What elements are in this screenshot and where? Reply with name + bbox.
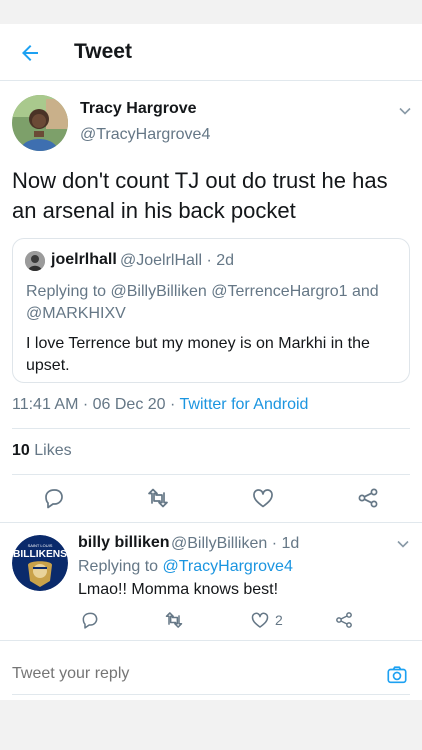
quoted-text: I love Terrence but my money is on Markh…: [26, 335, 370, 374]
navigation-bar-area: [0, 700, 422, 750]
like-icon[interactable]: [250, 610, 270, 630]
divider: [0, 640, 422, 641]
back-arrow-icon[interactable]: [18, 41, 42, 65]
divider: [12, 428, 410, 429]
author-avatar[interactable]: [12, 95, 68, 151]
replying-prefix: Replying to: [78, 558, 163, 575]
reply-icon[interactable]: [42, 486, 66, 510]
share-icon[interactable]: [334, 610, 354, 630]
camera-icon[interactable]: [386, 664, 408, 686]
reply-input[interactable]: [12, 665, 312, 683]
like-icon[interactable]: [251, 486, 275, 510]
reply-author-name[interactable]: billy billiken: [78, 534, 170, 552]
quoted-author-meta: @JoelrlHall · 2d: [120, 252, 235, 269]
reply-text: Lmao!! Momma knows best!: [78, 581, 279, 598]
likes-label: Likes: [29, 442, 72, 459]
reply-author-meta: @BillyBilliken · 1d: [171, 535, 300, 552]
tweet-source[interactable]: Twitter for Android: [180, 396, 309, 413]
reply-replying-to: Replying to @TracyHargrove4: [78, 558, 293, 576]
reply-input-underline: [12, 694, 410, 695]
avatar-text: BILLIKENS: [13, 549, 67, 560]
likes-count: 10: [12, 442, 30, 459]
divider: [12, 474, 410, 475]
avatar-small-text: SAINT LOUIS: [28, 543, 53, 548]
share-icon[interactable]: [356, 486, 380, 510]
divider: [0, 522, 422, 523]
reply-author-avatar[interactable]: SAINT LOUIS BILLIKENS: [12, 535, 68, 591]
author-handle[interactable]: @TracyHargrove4: [80, 126, 210, 144]
replying-handle[interactable]: @TracyHargrove4: [163, 558, 293, 575]
chevron-down-icon[interactable]: [398, 104, 412, 118]
retweet-icon[interactable]: [146, 486, 170, 510]
tweet-timestamp: 11:41 AM · 06 Dec 20 · Twitter for Andro…: [12, 396, 308, 414]
app-header: Tweet: [0, 24, 422, 81]
tweet-time: 11:41 AM · 06 Dec 20 ·: [12, 396, 180, 413]
reply-compose-bar: [0, 656, 422, 696]
page-title: Tweet: [74, 40, 132, 63]
tweet-text: Now don't count TJ out do trust he has a…: [12, 168, 388, 223]
likes-summary[interactable]: 10 Likes: [12, 442, 72, 460]
status-bar-area: [0, 0, 422, 24]
quoted-author-name: joelrlhall: [51, 251, 117, 268]
quoted-avatar: [25, 251, 45, 271]
reply-like-count: 2: [275, 612, 283, 628]
chevron-down-icon[interactable]: [396, 537, 410, 551]
quoted-replying-to: Replying to @BillyBilliken @TerrenceHarg…: [26, 283, 379, 322]
quoted-tweet[interactable]: joelrlhall @JoelrlHall · 2d Replying to …: [12, 238, 410, 383]
retweet-icon[interactable]: [164, 610, 184, 630]
author-name[interactable]: Tracy Hargrove: [80, 100, 197, 118]
tweet-detail-screen: Tweet Tracy Hargrove @TracyHargrove4 Now…: [0, 24, 422, 700]
reply-icon[interactable]: [80, 610, 100, 630]
